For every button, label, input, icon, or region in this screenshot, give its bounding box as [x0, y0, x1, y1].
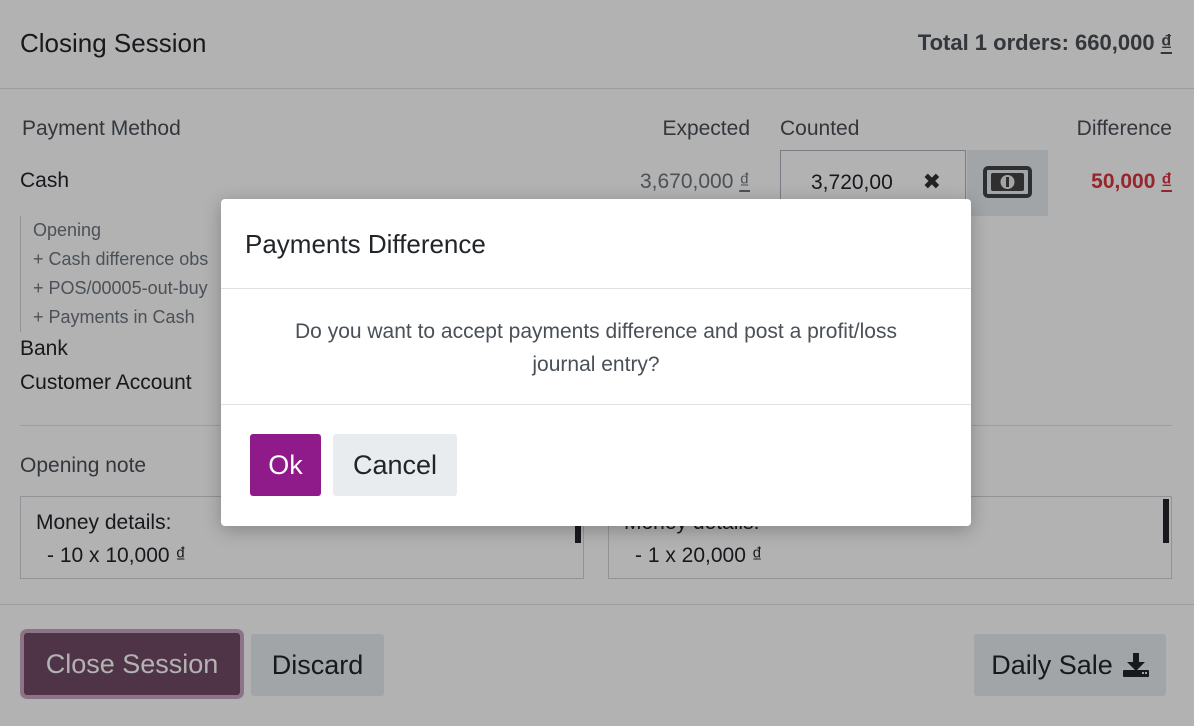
cancel-button[interactable]: Cancel	[333, 434, 457, 496]
dialog-header: Payments Difference	[221, 199, 971, 289]
ok-button[interactable]: Ok	[250, 434, 321, 496]
dialog-message: Do you want to accept payments differenc…	[295, 320, 897, 376]
payments-difference-dialog: Payments Difference Do you want to accep…	[221, 199, 971, 526]
dialog-title: Payments Difference	[245, 229, 486, 259]
dialog-body: Do you want to accept payments differenc…	[221, 289, 971, 405]
